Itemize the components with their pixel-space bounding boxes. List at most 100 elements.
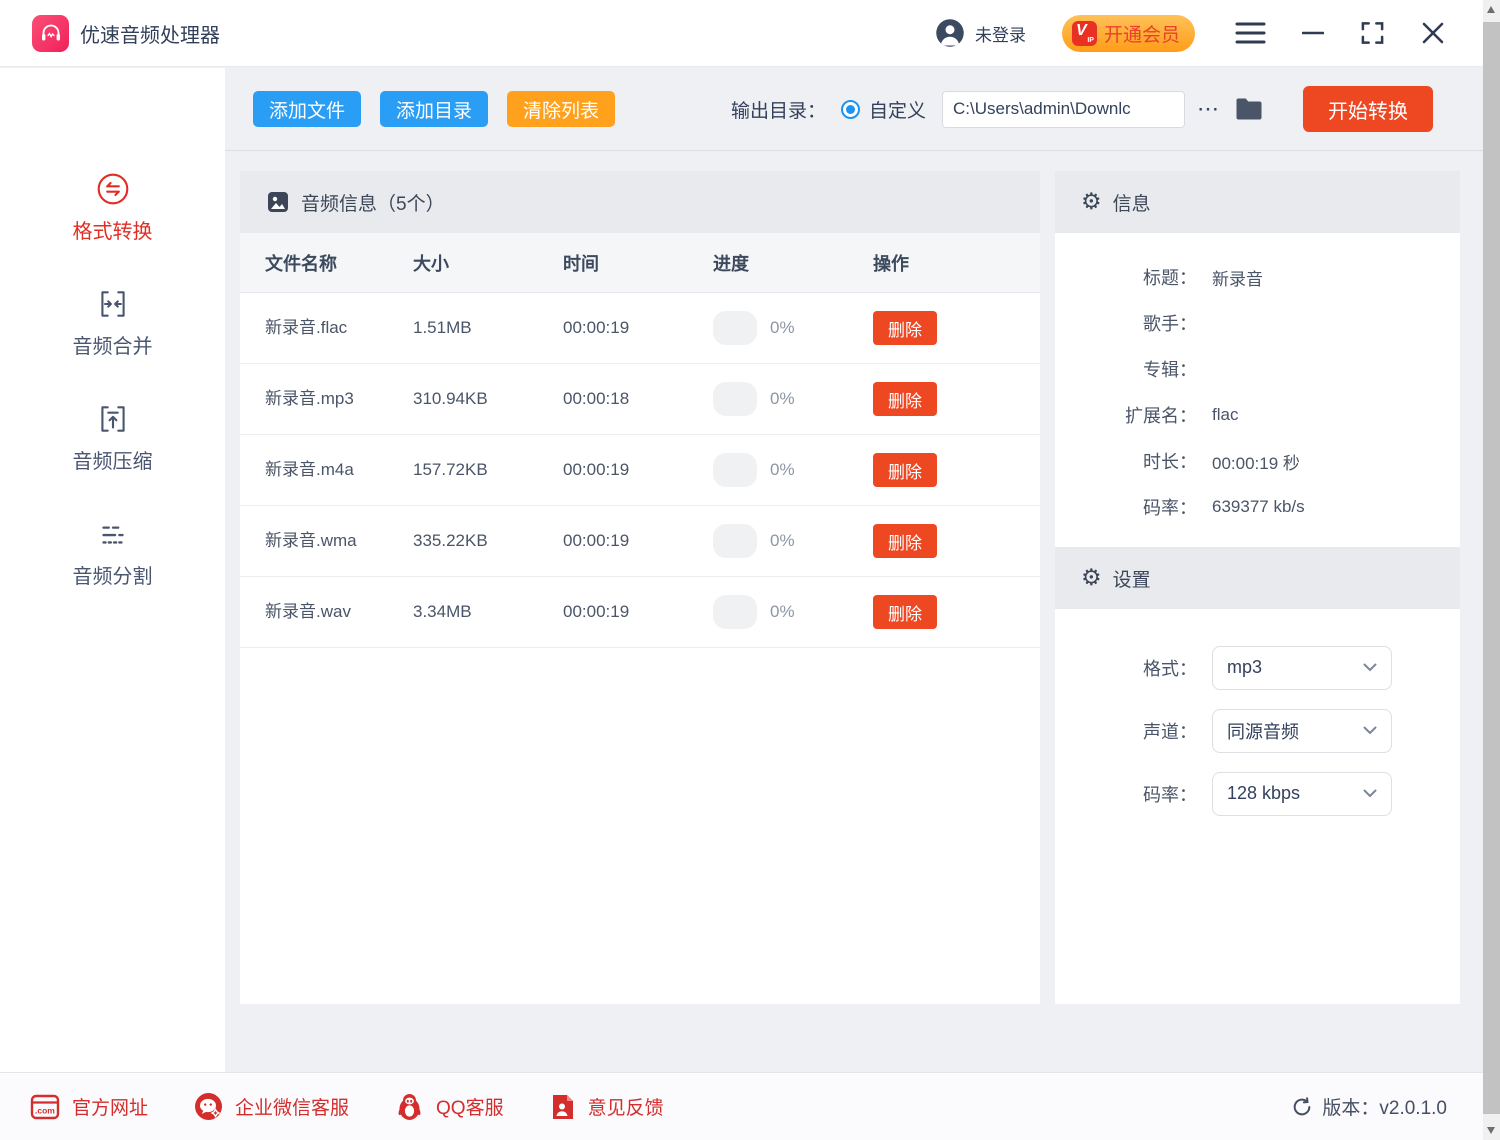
official-website-link[interactable]: .com 官方网址 xyxy=(30,1093,148,1120)
sidebar-item-format-convert[interactable]: 格式转换 xyxy=(73,168,153,244)
setting-label-format: 格式： xyxy=(1055,655,1197,681)
progress-percent: 0% xyxy=(770,602,795,622)
custom-dir-radio[interactable] xyxy=(841,100,860,119)
delete-button[interactable]: 删除 xyxy=(873,524,937,558)
channel-select-value: 同源音频 xyxy=(1227,718,1299,744)
audio-compress-icon xyxy=(95,398,131,440)
progress-bar xyxy=(713,382,757,416)
table-header-row: 文件名称 大小 时间 进度 操作 xyxy=(240,233,1040,293)
table-row: 新录音.wma 335.22KB 00:00:19 0% 删除 xyxy=(240,506,1040,577)
delete-button[interactable]: 删除 xyxy=(873,595,937,629)
vip-badge-icon: V IP xyxy=(1072,21,1097,46)
open-folder-icon[interactable] xyxy=(1235,97,1263,121)
close-button[interactable] xyxy=(1421,20,1445,46)
info-value-duration: 00:00:19 秒 xyxy=(1212,449,1300,474)
column-header-size: 大小 xyxy=(413,250,563,276)
custom-dir-radio-label[interactable]: 自定义 xyxy=(869,96,926,123)
delete-button[interactable]: 删除 xyxy=(873,453,937,487)
app-window: 优速音频处理器 未登录 V IP 开通会员 xyxy=(0,0,1500,1140)
progress-percent: 0% xyxy=(770,460,795,480)
progress-bar xyxy=(713,453,757,487)
output-dir-label: 输出目录： xyxy=(731,96,826,123)
info-label-artist: 歌手： xyxy=(1055,310,1197,336)
sidebar-item-audio-merge[interactable]: 音频合并 xyxy=(73,283,153,359)
website-icon: .com xyxy=(30,1094,60,1120)
column-header-time: 时间 xyxy=(563,250,713,276)
delete-button[interactable]: 删除 xyxy=(873,311,937,345)
wechat-service-label: 企业微信客服 xyxy=(235,1093,349,1120)
file-name: 新录音.flac xyxy=(265,318,347,337)
feedback-link[interactable]: 意见反馈 xyxy=(550,1093,664,1121)
setting-label-channel: 声道： xyxy=(1055,718,1197,744)
gear-icon: ⚙ xyxy=(1081,191,1102,214)
settings-fields: 格式： mp3 声道： 同源音频 码率： xyxy=(1055,609,1460,825)
info-label-title: 标题： xyxy=(1055,264,1197,290)
sidebar-item-audio-compress[interactable]: 音频压缩 xyxy=(73,398,153,474)
audio-info-panel-header: 音频信息（5个） xyxy=(240,171,1040,233)
minimize-button[interactable] xyxy=(1302,20,1324,46)
right-panel: ⚙ 信息 标题：新录音 歌手： 专辑： 扩展名：flac 时长：00:00:19… xyxy=(1055,171,1460,1004)
info-fields: 标题：新录音 歌手： 专辑： 扩展名：flac 时长：00:00:19 秒 码率… xyxy=(1055,233,1460,547)
login-status[interactable]: 未登录 xyxy=(975,21,1026,46)
qq-service-label: QQ客服 xyxy=(436,1093,504,1120)
channel-select[interactable]: 同源音频 xyxy=(1212,709,1392,753)
menu-button[interactable] xyxy=(1235,20,1266,46)
info-panel-header: ⚙ 信息 xyxy=(1055,171,1460,233)
sidebar-item-label: 音频压缩 xyxy=(73,445,153,474)
clear-list-button[interactable]: 清除列表 xyxy=(507,91,615,127)
info-panel-title: 信息 xyxy=(1113,189,1151,216)
gear-icon: ⚙ xyxy=(1081,567,1102,590)
column-header-filename: 文件名称 xyxy=(265,250,413,276)
progress-bar xyxy=(713,311,757,345)
wechat-service-link[interactable]: 企业微信客服 xyxy=(194,1092,349,1121)
scrollbar-thumb[interactable] xyxy=(1483,22,1500,1114)
add-folder-button[interactable]: 添加目录 xyxy=(380,91,488,127)
browse-more-button[interactable]: ⋯ xyxy=(1197,98,1219,120)
file-duration: 00:00:18 xyxy=(563,389,713,409)
file-size: 335.22KB xyxy=(413,531,563,551)
feedback-label: 意见反馈 xyxy=(588,1093,664,1120)
table-row: 新录音.wav 3.34MB 00:00:19 0% 删除 xyxy=(240,577,1040,648)
content: 音频信息（5个） 文件名称 大小 时间 进度 操作 新录音.flac 1.51M… xyxy=(225,151,1483,1004)
column-header-progress: 进度 xyxy=(713,250,873,276)
audio-info-panel: 音频信息（5个） 文件名称 大小 时间 进度 操作 新录音.flac 1.51M… xyxy=(240,171,1040,1004)
file-name: 新录音.wav xyxy=(265,602,351,621)
sidebar-item-label: 格式转换 xyxy=(73,215,153,244)
user-avatar-icon[interactable] xyxy=(935,18,965,48)
setting-label-bitrate: 码率： xyxy=(1055,781,1197,807)
audio-merge-icon xyxy=(95,283,131,325)
format-select[interactable]: mp3 xyxy=(1212,646,1392,690)
sidebar-item-audio-split[interactable]: 音频分割 xyxy=(73,513,153,589)
file-duration: 00:00:19 xyxy=(563,602,713,622)
info-value-title: 新录音 xyxy=(1212,265,1263,290)
add-file-button[interactable]: 添加文件 xyxy=(253,91,361,127)
app-title: 优速音频处理器 xyxy=(80,19,220,48)
scrollbar-up-arrow[interactable] xyxy=(1487,6,1495,13)
file-name: 新录音.wma xyxy=(265,531,357,550)
info-label-bitrate: 码率： xyxy=(1055,494,1197,520)
scrollbar-down-arrow[interactable] xyxy=(1487,1127,1495,1134)
info-value-extension: flac xyxy=(1212,405,1238,425)
svg-text:.com: .com xyxy=(35,1105,55,1115)
delete-button[interactable]: 删除 xyxy=(873,382,937,416)
start-convert-button[interactable]: 开始转换 xyxy=(1303,86,1433,132)
bitrate-select[interactable]: 128 kbps xyxy=(1212,772,1392,816)
settings-panel-header: ⚙ 设置 xyxy=(1055,547,1460,609)
output-path-input[interactable] xyxy=(942,91,1185,128)
vertical-scrollbar[interactable] xyxy=(1483,0,1500,1140)
footer: .com 官方网址 企业微信客服 xyxy=(0,1072,1483,1140)
file-size: 157.72KB xyxy=(413,460,563,480)
version-label: 版本：v2.0.1.0 xyxy=(1322,1093,1447,1120)
table-row: 新录音.m4a 157.72KB 00:00:19 0% 删除 xyxy=(240,435,1040,506)
maximize-button[interactable] xyxy=(1360,20,1385,46)
column-header-action: 操作 xyxy=(873,250,1040,276)
refresh-icon[interactable] xyxy=(1291,1096,1313,1118)
table-row: 新录音.mp3 310.94KB 00:00:18 0% 删除 xyxy=(240,364,1040,435)
chevron-down-icon xyxy=(1363,789,1377,798)
progress-bar xyxy=(713,595,757,629)
info-label-extension: 扩展名： xyxy=(1055,402,1197,428)
qq-service-link[interactable]: QQ客服 xyxy=(395,1092,504,1121)
chevron-down-icon xyxy=(1363,663,1377,672)
bitrate-select-value: 128 kbps xyxy=(1227,783,1300,804)
vip-button[interactable]: V IP 开通会员 xyxy=(1062,15,1195,52)
